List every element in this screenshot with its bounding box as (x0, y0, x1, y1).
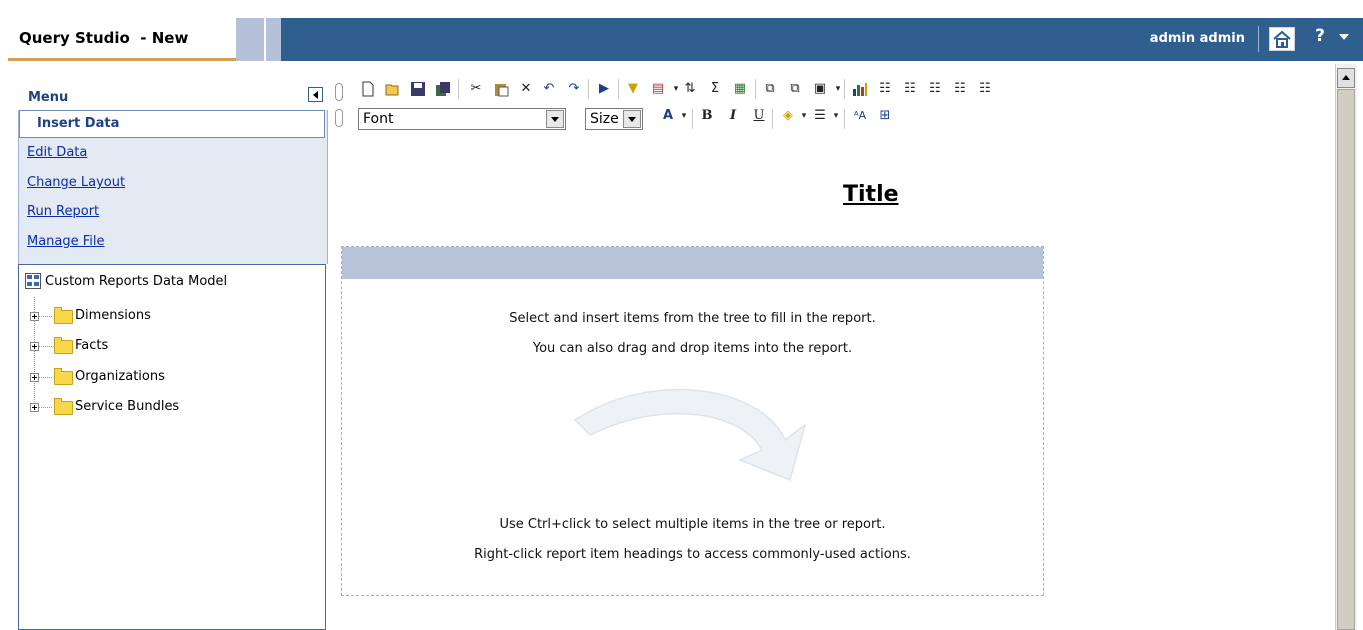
redo-icon[interactable]: ↷ (566, 81, 582, 97)
vertical-scrollbar[interactable] (1335, 64, 1357, 630)
font-select-value: Font (363, 111, 394, 127)
folder-icon (54, 368, 73, 385)
menu-item-run-report[interactable]: Run Report (27, 204, 99, 219)
chevron-down-icon[interactable] (546, 110, 564, 128)
hint-text: Right-click report item headings to acce… (474, 547, 911, 562)
home-icon[interactable] (1269, 27, 1295, 51)
group-icon[interactable]: ⧉ (762, 81, 778, 97)
size-select-value: Size (590, 111, 619, 127)
calculate-icon[interactable]: ▦ (732, 81, 748, 97)
italic-icon[interactable]: I (725, 108, 741, 124)
align-icon[interactable]: ☰ (812, 108, 828, 124)
help-icon[interactable]: ? (1315, 26, 1325, 46)
toolbar-grip[interactable] (335, 109, 343, 127)
tree-item-label: Organizations (75, 369, 165, 384)
borders-icon[interactable]: ⊞ (877, 108, 893, 124)
menu-item-insert-data[interactable]: Insert Data (19, 110, 325, 138)
underline-icon[interactable]: U (751, 108, 767, 124)
font-select[interactable]: Font (358, 108, 566, 130)
app-title: Query Studio - New (19, 29, 189, 47)
expand-icon[interactable] (30, 312, 39, 321)
title-bar: Query Studio - New admin admin ? (0, 18, 1363, 61)
header-separator (1258, 26, 1259, 52)
layout-icon[interactable]: ☷ (952, 81, 968, 97)
undo-icon[interactable]: ↶ (541, 81, 557, 97)
layout-icon[interactable]: ☷ (877, 81, 893, 97)
chart-icon[interactable] (852, 81, 868, 97)
tree-item-label: Facts (75, 338, 109, 353)
bold-icon[interactable]: B (699, 108, 715, 124)
report-title[interactable]: Title (843, 182, 899, 207)
scrollbar-thumb[interactable] (1337, 89, 1355, 630)
layout-icon[interactable]: ☷ (927, 81, 943, 97)
header-menu-chevron-down-icon[interactable] (1339, 34, 1349, 40)
toolbar-grip[interactable] (335, 83, 343, 101)
left-pane: Menu Insert Data Edit Data Change Layout… (18, 78, 328, 630)
tree-item-label: Service Bundles (75, 399, 180, 414)
layout-icon[interactable]: ☷ (902, 81, 918, 97)
hint-text: Use Ctrl+click to select multiple items … (499, 517, 886, 532)
cut-icon[interactable]: ✂ (468, 81, 484, 97)
text-style-icon[interactable]: ᴬA (852, 108, 868, 124)
data-tree: Custom Reports Data Model Dimensions Fac… (18, 264, 326, 630)
title-strip (236, 18, 281, 61)
toolbar: ✂ ✕ ↶ ↷ ▶ ▼ ▤ ▾ ⇅ Σ ▦ ⧉ ⧉ ▣ ▾ ☷ ☷ ☷ ☷ ☷ … (332, 78, 1335, 136)
chevron-down-icon[interactable] (623, 110, 641, 128)
collapse-pane-icon[interactable] (308, 87, 323, 102)
menu-item-manage-file[interactable]: Manage File (27, 234, 105, 249)
hint-text: You can also drag and drop items into th… (532, 341, 853, 356)
expand-icon[interactable] (30, 403, 39, 412)
tree-item-label: Dimensions (75, 308, 151, 323)
expand-icon[interactable] (30, 373, 39, 382)
paste-icon[interactable] (493, 81, 509, 97)
size-select[interactable]: Size (585, 108, 643, 130)
folder-icon (54, 307, 73, 324)
summarize-icon[interactable]: Σ (707, 81, 723, 97)
chevron-down-icon[interactable]: ▾ (796, 108, 812, 124)
header-bar: admin admin ? (281, 18, 1363, 61)
delete-icon[interactable]: ✕ (518, 81, 534, 97)
user-name-link[interactable]: admin admin (1150, 31, 1245, 46)
app-tab: Query Studio - New (8, 18, 236, 61)
background-color-icon[interactable]: ◈ (780, 108, 796, 124)
top-gap (0, 0, 1363, 18)
menu-list: Insert Data Edit Data Change Layout Run … (18, 110, 328, 264)
suppress-icon[interactable]: ▤ (650, 81, 666, 97)
chevron-down-icon[interactable]: ▾ (676, 108, 692, 124)
save-as-icon[interactable] (435, 81, 451, 97)
font-color-icon[interactable]: A (660, 108, 676, 124)
menu-item-change-layout[interactable]: Change Layout (27, 175, 125, 190)
new-icon[interactable] (360, 81, 376, 97)
data-model-icon (25, 273, 41, 289)
menu-heading: Menu (28, 90, 69, 105)
ungroup-icon[interactable]: ⧉ (787, 81, 803, 97)
chevron-down-icon[interactable]: ▾ (828, 108, 844, 124)
layout-icon[interactable]: ☷ (977, 81, 993, 97)
folder-icon (54, 398, 73, 415)
filter-icon[interactable]: ▼ (625, 81, 641, 97)
menu-header: Menu (18, 78, 328, 110)
scroll-up-icon[interactable] (1337, 68, 1355, 88)
open-icon[interactable] (385, 81, 401, 97)
sort-icon[interactable]: ⇅ (682, 81, 698, 97)
save-icon[interactable] (410, 81, 426, 97)
drag-arrow-icon (573, 388, 807, 482)
folder-icon (54, 337, 73, 354)
pivot-icon[interactable]: ▣ (812, 81, 828, 97)
hint-text: Select and insert items from the tree to… (509, 311, 876, 326)
tree-root-label[interactable]: Custom Reports Data Model (45, 274, 227, 289)
run-icon[interactable]: ▶ (596, 81, 612, 97)
expand-icon[interactable] (30, 342, 39, 351)
report-drop-header (342, 247, 1043, 279)
menu-item-edit-data[interactable]: Edit Data (27, 145, 87, 160)
